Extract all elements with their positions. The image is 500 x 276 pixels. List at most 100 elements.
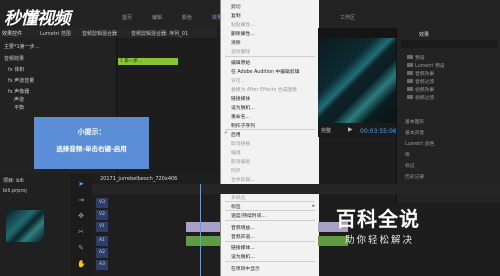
tab-audio-mixer[interactable]: 音频剪辑混合器	[82, 30, 117, 37]
time-ruler[interactable]	[92, 184, 500, 194]
clip-strip[interactable]: 1 第一步...	[118, 58, 178, 65]
panel-link[interactable]: Lumetri 颜色	[405, 140, 435, 147]
video-frame	[318, 38, 396, 123]
menu-item-audio-channels[interactable]: 音频声道...	[231, 233, 255, 240]
effect-row[interactable]: fx 声像器	[8, 88, 29, 95]
menu-separator	[225, 56, 315, 57]
audio-mixer-header: 音频剪辑混合器: 序列_01	[117, 28, 217, 38]
panel-link[interactable]: 标记	[405, 162, 415, 169]
menu-item-make-offline[interactable]: 设为脱机...	[231, 104, 255, 111]
menu-item-edit-in-audition[interactable]: 在 Adobe Audition 中编辑剪辑	[231, 68, 299, 75]
menu-item-unlink[interactable]: 取消链接	[231, 140, 250, 147]
ripple-edit-icon[interactable]: ✥	[77, 212, 85, 220]
menu-item-group[interactable]: 编组	[231, 149, 241, 156]
watermark-title: 百科全说	[336, 207, 420, 231]
menu-item-edit-original[interactable]: 编辑原始	[231, 59, 250, 66]
menu-item-label[interactable]: 标签	[231, 203, 241, 210]
folder-icon	[407, 95, 413, 99]
effects-folder[interactable]: 音频效果	[415, 70, 434, 77]
hand-tool-icon[interactable]: ✋	[77, 260, 86, 268]
timecode: 00:03:55:06	[360, 128, 397, 135]
effect-row: 音频效果	[4, 56, 25, 62]
menu-item-synchronize[interactable]: 同步	[231, 167, 241, 174]
context-menu: 剪切 复制 粘贴属性... 删除属性... 清除 波纹删除 编辑原始 在 Ado…	[220, 0, 319, 276]
menu-separator	[225, 201, 315, 202]
menu-item-cut[interactable]: 剪切	[231, 3, 241, 10]
menu-item-speed-duration[interactable]: 速度/持续时间...	[231, 212, 266, 219]
effect-row[interactable]: fx 声道音量	[8, 77, 34, 84]
menu-item-merge-clips[interactable]: 合并剪辑...	[231, 176, 255, 183]
menu-item-ungroup[interactable]: 取消编组	[231, 158, 250, 165]
razor-tool-icon[interactable]: ✂	[77, 228, 85, 236]
selection-tool-icon[interactable]: ➤	[77, 180, 85, 188]
panel-link[interactable]: 库	[405, 151, 410, 158]
track-select-icon[interactable]: ⇥	[77, 196, 85, 204]
menu-item-link-media-2[interactable]: 链接媒体...	[231, 244, 255, 251]
effects-panel-title: 效果	[419, 32, 430, 38]
pen-tool-icon[interactable]: ✎	[77, 244, 85, 252]
track-a3[interactable]: A3	[96, 260, 108, 270]
audio-mixer-label: 音频剪辑混合器: 序列_01	[131, 31, 189, 37]
video-clip[interactable]	[186, 222, 220, 232]
folder-icon	[407, 55, 413, 59]
menu-item-make-subsequence[interactable]: 制作子序列	[231, 122, 255, 129]
menu-item-paste-attributes[interactable]: 粘贴属性...	[231, 21, 255, 28]
tools-panel: ➤ ⇥ ✥ ✂ ✎ ✋	[70, 174, 93, 276]
menu-item-link-media[interactable]: 链接媒体	[231, 95, 250, 102]
menu-separator	[225, 129, 315, 130]
menu-item-reveal-in-project[interactable]: 在项目中显示	[231, 265, 260, 272]
menu-item-remove-attributes[interactable]: 删除属性...	[231, 30, 255, 37]
sequence-tab[interactable]: 20171_jurrebelbeoch_720x406	[100, 176, 177, 182]
panel-link[interactable]: 基本声音	[405, 129, 424, 136]
fit-dropdown[interactable]: 完整	[321, 127, 331, 134]
tab-home[interactable]: 首页	[122, 14, 132, 21]
menu-item-ripple-delete[interactable]: 波纹删除	[231, 48, 250, 55]
track-v2[interactable]: V2	[96, 210, 108, 220]
effects-folder[interactable]: Lumetri 预设	[415, 62, 445, 69]
audio-clip[interactable]	[318, 236, 348, 246]
effects-folder[interactable]: 视频过渡	[415, 94, 434, 101]
effects-folder[interactable]: 预设	[415, 54, 425, 61]
tab-lumetri-scopes[interactable]: Lumetri 范围	[40, 30, 71, 37]
menu-item-rename[interactable]: 重命名...	[231, 113, 250, 120]
folder-icon	[407, 71, 413, 75]
menu-item-multicam[interactable]: 多机位	[231, 194, 245, 201]
effect-row[interactable]: fx 体积	[8, 66, 24, 73]
project-title: 项目: bili	[3, 178, 24, 184]
track-a2[interactable]: A2	[96, 248, 108, 258]
play-icon[interactable]: ▶	[348, 126, 353, 133]
track-a1[interactable]: A1	[96, 236, 108, 246]
audio-clip[interactable]	[186, 236, 220, 246]
tab-effect-controls[interactable]: 效果控件	[2, 30, 22, 37]
menu-item-make-offline-2[interactable]: 设为脱机...	[231, 253, 255, 260]
menu-separator	[225, 261, 315, 262]
track-v1[interactable]: V1	[96, 222, 108, 232]
effects-search-input[interactable]	[401, 40, 497, 48]
menu-item-copy[interactable]: 复制	[231, 12, 241, 19]
checkmark-icon: ✓	[224, 130, 229, 136]
track-v3[interactable]: V3	[96, 198, 108, 208]
menu-item-replace-ae[interactable]: 替换为 After Effects 合成图像	[231, 86, 297, 93]
tip-body: 选择音频-单击右键-启用	[56, 145, 127, 153]
menu-item-clear[interactable]: 清除	[231, 39, 241, 46]
menu-item-enable[interactable]: 启用	[231, 131, 241, 138]
effects-folder[interactable]: 音频过渡	[415, 78, 434, 85]
menu-separator	[225, 210, 315, 211]
panel-link[interactable]: 基本图形	[405, 118, 424, 125]
media-thumbnail[interactable]	[6, 210, 44, 242]
tip-title: 小提示：	[77, 128, 106, 136]
panel-link[interactable]: 历史记录	[405, 173, 424, 180]
folder-icon	[407, 79, 413, 83]
left-panel-tabs: 效果控件 Lumetri 范围 音频剪辑混合器	[0, 28, 117, 38]
menu-item-audio-gain[interactable]: 音频增益...	[231, 224, 255, 231]
playhead[interactable]	[200, 184, 201, 276]
tab-color[interactable]: 颜色	[182, 14, 192, 21]
watermark-subtitle: 助你轻松解决	[345, 235, 415, 246]
effects-folder[interactable]: 视频效果	[415, 86, 434, 93]
effect-row: 主要*1第一步...	[4, 44, 40, 50]
menu-item-license[interactable]: 许可...	[231, 77, 245, 84]
tab-workspace[interactable]: 工作区	[340, 14, 355, 21]
tip-box: 小提示： 选择音频-单击右键-启用	[34, 117, 149, 169]
menu-separator	[225, 220, 315, 221]
tab-edit[interactable]: 编辑	[152, 14, 162, 21]
